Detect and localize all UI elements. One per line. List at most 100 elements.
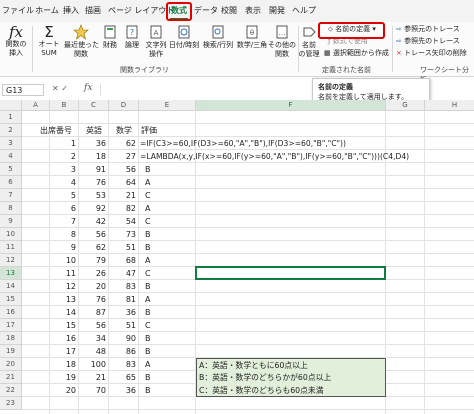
table-cell[interactable]: 68 <box>109 254 139 267</box>
row-header[interactable]: 5 <box>0 163 22 176</box>
table-cell[interactable]: 36 <box>79 137 109 150</box>
selected-cell[interactable] <box>195 266 386 280</box>
row-header[interactable]: 20 <box>0 358 22 371</box>
table-cell[interactable]: B <box>139 228 196 241</box>
legend-cell[interactable]: C：英語・数学のどちらも60点未満 <box>196 384 386 397</box>
table-cell[interactable]: 2 <box>50 150 79 163</box>
table-cell[interactable]: 42 <box>79 215 109 228</box>
check-icon[interactable]: ✓ <box>61 84 68 93</box>
table-cell[interactable]: 62 <box>79 241 109 254</box>
table-cell[interactable]: B <box>139 332 196 345</box>
table-cell[interactable]: 6 <box>50 202 79 215</box>
table-cell[interactable]: A <box>139 254 196 267</box>
table-cell[interactable]: 1 <box>50 137 79 150</box>
table-cell[interactable]: C <box>139 319 196 332</box>
column-header[interactable]: G <box>386 100 425 111</box>
trace-precedents-button[interactable]: ⇨ 参照元のトレース <box>396 24 460 34</box>
remove-arrows-button[interactable]: ⨯ トレース矢印の削除 <box>396 48 467 58</box>
row-header[interactable]: 18 <box>0 332 22 345</box>
row-header[interactable]: 12 <box>0 254 22 267</box>
tab-draw[interactable]: 描画 <box>84 4 102 18</box>
tab-review[interactable]: 校閲 <box>220 4 238 18</box>
column-header[interactable]: B <box>50 100 79 111</box>
table-cell[interactable]: 65 <box>109 371 139 384</box>
table-cell[interactable]: 56 <box>79 319 109 332</box>
table-cell[interactable]: 16 <box>50 332 79 345</box>
row-header[interactable]: 14 <box>0 280 22 293</box>
tab-view[interactable]: 表示 <box>244 4 262 18</box>
table-cell[interactable]: 51 <box>109 319 139 332</box>
math-button[interactable]: θ 数学/三角 <box>236 24 268 50</box>
table-cell[interactable]: 14 <box>50 306 79 319</box>
table-cell[interactable]: 79 <box>79 254 109 267</box>
column-header[interactable]: E <box>139 100 196 111</box>
table-cell[interactable]: C <box>139 267 196 280</box>
row-header[interactable]: 23 <box>0 397 22 410</box>
table-cell[interactable]: 15 <box>50 319 79 332</box>
table-cell[interactable]: 76 <box>79 293 109 306</box>
create-from-selection-button[interactable]: ▦ 選択範囲から作成 <box>324 48 389 58</box>
cancel-icon[interactable]: ✕ <box>52 84 59 93</box>
table-cell[interactable]: A <box>139 358 196 371</box>
table-cell[interactable]: C <box>139 189 196 202</box>
row-header[interactable]: 4 <box>0 150 22 163</box>
table-cell[interactable]: 10 <box>50 254 79 267</box>
row-header[interactable]: 1 <box>0 111 22 124</box>
table-cell[interactable]: 18 <box>79 150 109 163</box>
table-cell[interactable]: 56 <box>109 163 139 176</box>
insert-function-button[interactable]: fx 関数の 挿入 <box>2 24 30 58</box>
table-cell[interactable]: 20 <box>50 384 79 397</box>
table-cell[interactable]: =IF(C3>=60,IF(D3>=60,"A","B"),IF(D3>=60,… <box>139 137 439 150</box>
column-header[interactable]: C <box>79 100 109 111</box>
table-cell[interactable]: 54 <box>109 215 139 228</box>
table-cell[interactable]: 73 <box>109 228 139 241</box>
table-cell[interactable]: 87 <box>79 306 109 319</box>
more-functions-button[interactable]: … その他の 関数 <box>268 24 296 59</box>
name-box[interactable]: G13 <box>2 84 44 96</box>
select-all-corner[interactable] <box>0 100 22 111</box>
table-cell[interactable]: 92 <box>79 202 109 215</box>
datetime-button[interactable]: 日付/時刻 <box>168 24 200 50</box>
table-cell[interactable]: 83 <box>109 358 139 371</box>
header-cell[interactable]: 評価 <box>139 124 196 137</box>
table-cell[interactable]: 53 <box>79 189 109 202</box>
table-cell[interactable]: 17 <box>50 345 79 358</box>
table-cell[interactable]: 86 <box>109 345 139 358</box>
table-cell[interactable]: A <box>139 293 196 306</box>
row-header[interactable]: 8 <box>0 202 22 215</box>
table-cell[interactable]: 91 <box>79 163 109 176</box>
row-header[interactable]: 17 <box>0 319 22 332</box>
table-cell[interactable]: A <box>139 176 196 189</box>
tab-home[interactable]: ホーム <box>34 4 60 18</box>
table-cell[interactable]: B <box>139 280 196 293</box>
table-cell[interactable]: 21 <box>79 371 109 384</box>
table-cell[interactable]: 13 <box>50 293 79 306</box>
row-header[interactable]: 11 <box>0 241 22 254</box>
row-header[interactable]: 9 <box>0 215 22 228</box>
table-cell[interactable]: 83 <box>109 280 139 293</box>
table-cell[interactable]: 36 <box>109 384 139 397</box>
table-cell[interactable]: 36 <box>109 306 139 319</box>
legend-cell[interactable]: A：英語・数学ともに60点以上 <box>196 358 386 371</box>
header-cell[interactable]: 出席番号 <box>34 124 78 137</box>
table-cell[interactable]: 76 <box>79 176 109 189</box>
table-cell[interactable]: 56 <box>79 228 109 241</box>
table-cell[interactable]: 12 <box>50 280 79 293</box>
row-header[interactable]: 21 <box>0 371 22 384</box>
table-cell[interactable]: 90 <box>109 332 139 345</box>
fx-label[interactable]: fx <box>84 83 92 93</box>
table-cell[interactable]: 51 <box>109 241 139 254</box>
row-header[interactable]: 2 <box>0 124 22 137</box>
table-cell[interactable]: C <box>139 215 196 228</box>
financial-button[interactable]: 財務 <box>100 24 120 50</box>
table-cell[interactable]: 82 <box>109 202 139 215</box>
column-header[interactable]: F <box>196 100 386 111</box>
text-functions-button[interactable]: A 文字列 操作 <box>144 24 168 59</box>
tab-file[interactable]: ファイル <box>2 4 34 18</box>
table-cell[interactable]: 100 <box>79 358 109 371</box>
tab-help[interactable]: ヘルプ <box>292 4 316 18</box>
table-cell[interactable]: 47 <box>109 267 139 280</box>
autosum-button[interactable]: Σ オート SUM <box>36 24 62 58</box>
column-header[interactable]: A <box>22 100 50 111</box>
row-header[interactable]: 15 <box>0 293 22 306</box>
